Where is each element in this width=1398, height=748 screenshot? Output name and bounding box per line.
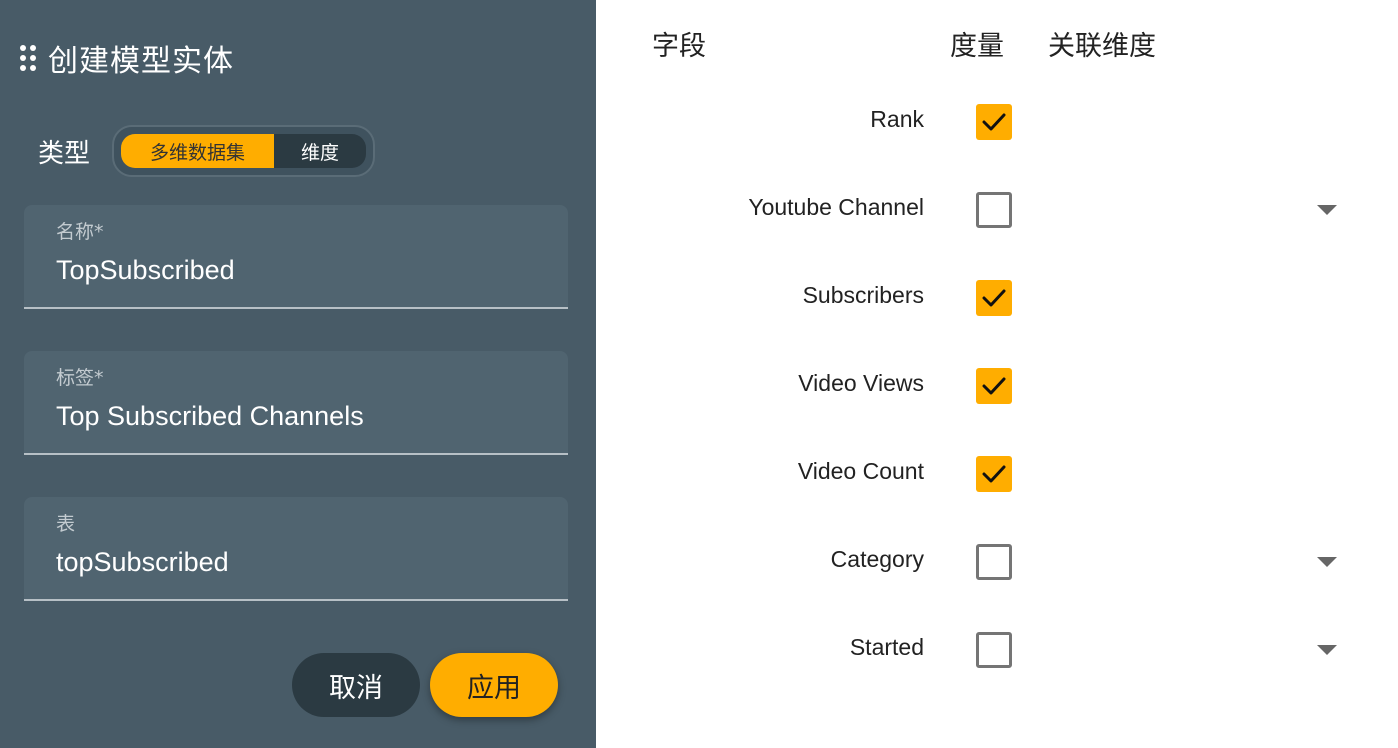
measure-checkbox[interactable]	[976, 280, 1012, 316]
checkmark-icon	[982, 289, 1006, 307]
measure-checkbox[interactable]	[976, 544, 1012, 580]
drag-handle-icon[interactable]	[20, 45, 36, 71]
name-field[interactable]: 名称* TopSubscribed	[24, 205, 568, 309]
field-row: Youtube Channel	[596, 180, 1398, 240]
measure-checkbox[interactable]	[976, 632, 1012, 668]
type-label: 类型	[38, 138, 91, 169]
label-field[interactable]: 标签* Top Subscribed Channels	[24, 351, 568, 455]
create-entity-panel: 创建模型实体 类型 多维数据集 维度 名称* TopSubscribed 标签*…	[0, 0, 596, 748]
column-header-dimension: 关联维度	[1048, 31, 1156, 62]
table-field[interactable]: 表 topSubscribed	[24, 497, 568, 601]
field-row-label: Subscribers	[802, 282, 924, 308]
caret-down-icon	[1317, 557, 1337, 567]
label-field-label: 标签*	[56, 367, 104, 389]
field-row: Subscribers	[596, 268, 1398, 328]
measure-checkbox[interactable]	[976, 456, 1012, 492]
checkmark-icon	[982, 377, 1006, 395]
measure-checkbox[interactable]	[976, 368, 1012, 404]
cancel-button[interactable]: 取消	[292, 653, 420, 717]
field-mapping-panel: 字段 度量 关联维度 Rank Youtube Channel Subscriber…	[596, 0, 1398, 748]
label-field-value[interactable]: Top Subscribed Channels	[56, 401, 364, 432]
type-toggle: 多维数据集 维度	[112, 125, 376, 177]
name-field-value[interactable]: TopSubscribed	[56, 255, 235, 286]
table-field-label: 表	[56, 513, 76, 535]
caret-down-icon	[1317, 205, 1337, 215]
field-row: Video Count	[596, 444, 1398, 504]
field-row: Category	[596, 532, 1398, 592]
measure-checkbox[interactable]	[976, 192, 1012, 228]
measure-checkbox[interactable]	[976, 104, 1012, 140]
dimension-dropdown[interactable]	[1314, 552, 1340, 572]
panel-title: 创建模型实体	[48, 44, 234, 79]
field-row-label: Started	[849, 634, 924, 660]
field-row-label: Video Views	[798, 370, 924, 396]
apply-button[interactable]: 应用	[430, 653, 558, 717]
field-row-label: Category	[830, 546, 924, 572]
dimension-dropdown[interactable]	[1314, 640, 1340, 660]
field-row: Video Views	[596, 356, 1398, 416]
field-row-label: Video Count	[797, 458, 924, 484]
type-option-dimension[interactable]: 维度	[274, 134, 367, 168]
name-field-label: 名称*	[56, 221, 104, 243]
dimension-dropdown[interactable]	[1314, 200, 1340, 220]
caret-down-icon	[1317, 645, 1337, 655]
panel-header: 创建模型实体	[20, 38, 234, 79]
type-option-cube[interactable]: 多维数据集	[121, 134, 275, 168]
table-field-value[interactable]: topSubscribed	[56, 547, 229, 578]
checkmark-icon	[982, 113, 1006, 131]
field-row: Rank	[596, 92, 1398, 152]
column-header-measure: 度量	[950, 31, 1004, 62]
field-row-label: Rank	[870, 106, 924, 132]
type-row: 类型 多维数据集 维度	[38, 125, 376, 177]
checkmark-icon	[982, 465, 1006, 483]
column-header-field: 字段	[652, 31, 706, 62]
field-row: Started	[596, 620, 1398, 680]
field-row-label: Youtube Channel	[748, 194, 924, 220]
